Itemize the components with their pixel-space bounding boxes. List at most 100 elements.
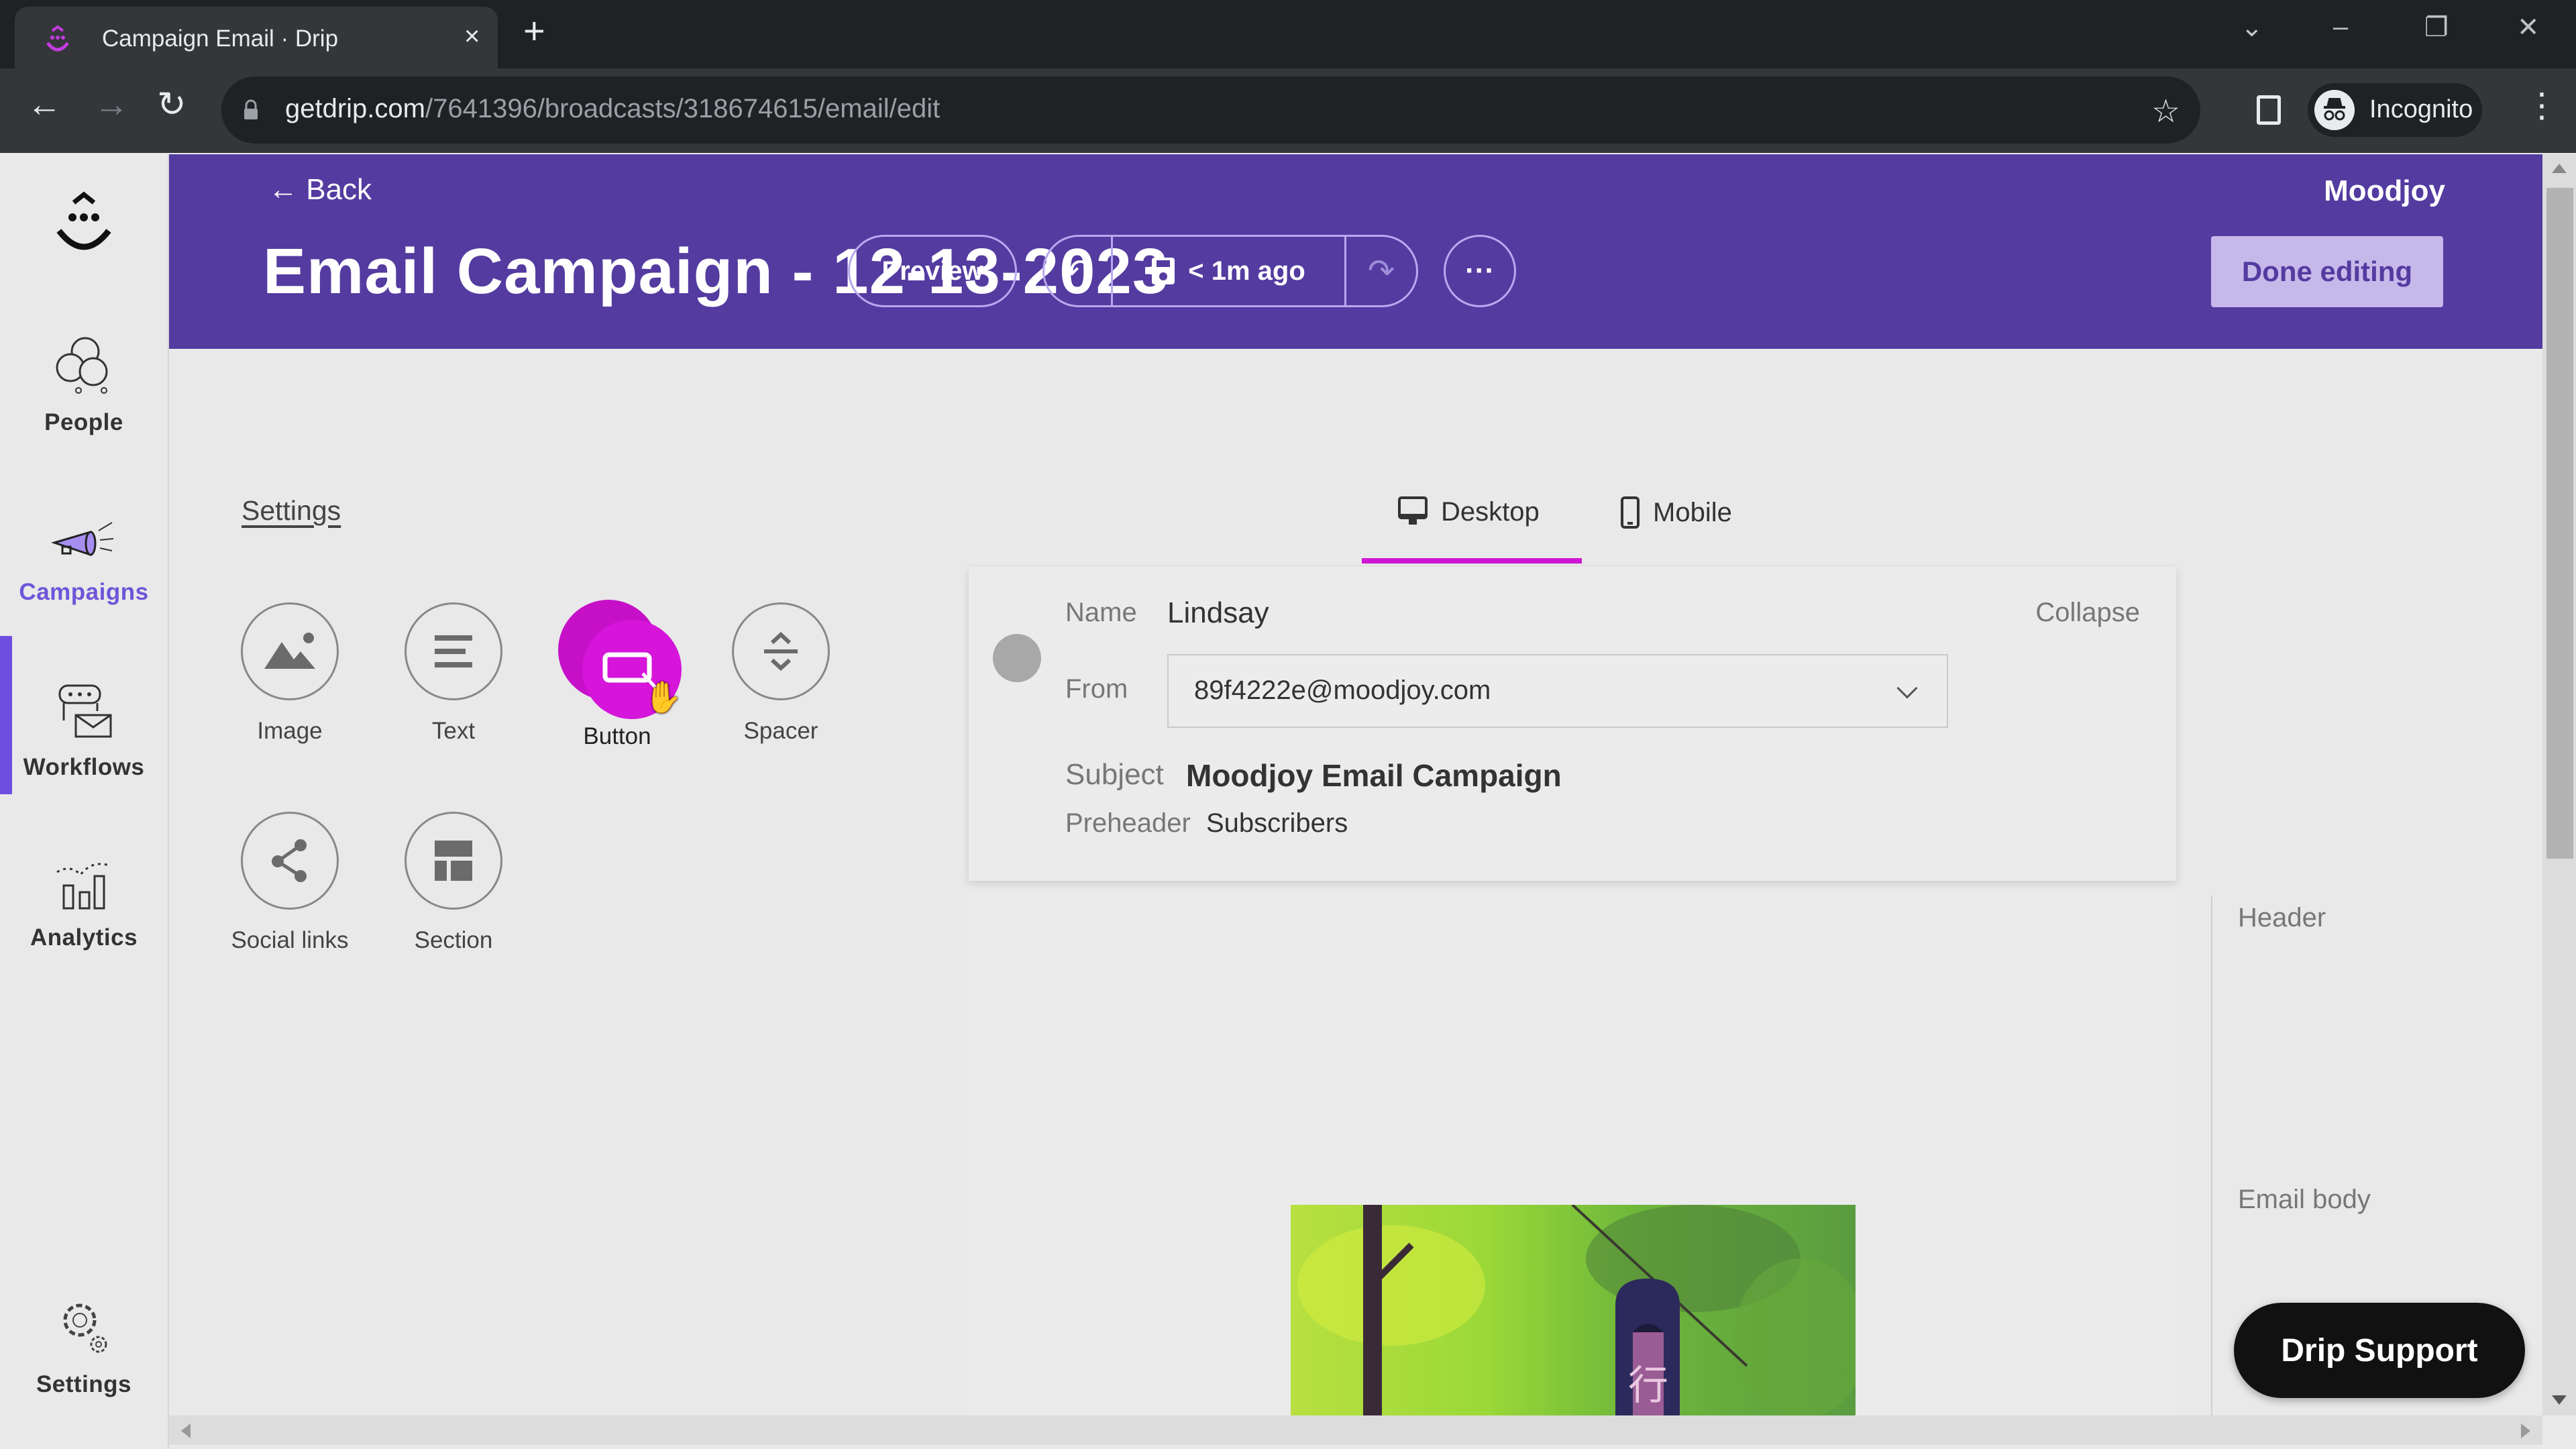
preheader-value[interactable]: Subscribers xyxy=(1206,808,1348,839)
preview-button[interactable]: Preview xyxy=(848,235,1017,307)
tab-close-icon[interactable]: × xyxy=(464,21,480,52)
hero-image[interactable]: 行 xyxy=(1291,1205,1856,1415)
vertical-scrollbar[interactable] xyxy=(2542,154,2576,1415)
more-options-button[interactable]: ··· xyxy=(1444,235,1516,307)
scroll-left-icon[interactable] xyxy=(181,1424,191,1438)
block-social-links[interactable]: Social links xyxy=(223,812,357,954)
history-controls: ↶ < 1m ago ↷ xyxy=(1042,235,1418,307)
sender-avatar xyxy=(993,634,1041,682)
mobile-icon xyxy=(1621,496,1640,529)
section-icon xyxy=(435,841,472,881)
name-value[interactable]: Lindsay xyxy=(1167,596,1269,630)
block-spacer[interactable]: Spacer xyxy=(714,602,848,745)
back-link[interactable]: ← Back xyxy=(268,173,372,207)
drip-support-button[interactable]: Drip Support xyxy=(2234,1303,2525,1398)
subject-label: Subject xyxy=(1065,758,1164,791)
grab-cursor-icon: ✋ xyxy=(644,680,683,714)
sidebar-label-people: People xyxy=(44,409,123,435)
preheader-label: Preheader xyxy=(1065,808,1191,838)
reload-icon[interactable]: ↻ xyxy=(157,87,186,122)
redo-button[interactable]: ↷ xyxy=(1346,237,1416,305)
block-button[interactable]: ✋ Button xyxy=(550,600,684,750)
gear-icon xyxy=(63,1303,107,1353)
outline-divider xyxy=(2211,896,2212,1415)
block-section[interactable]: Section xyxy=(386,812,521,954)
url-text[interactable]: getdrip.com/7641396/broadcasts/318674615… xyxy=(285,94,940,124)
sidebar-item-analytics[interactable]: Analytics xyxy=(0,852,168,951)
settings-link[interactable]: Settings xyxy=(241,495,341,527)
scroll-up-icon[interactable] xyxy=(2552,164,2567,173)
workflow-icon xyxy=(58,684,112,738)
tab-desktop[interactable]: Desktop xyxy=(1398,496,1540,527)
outline-item-email-body[interactable]: Email body xyxy=(2238,1185,2371,1215)
drip-logo-icon[interactable] xyxy=(54,189,114,263)
browser-menu-icon[interactable]: ⋮ xyxy=(2525,89,2559,122)
window-close-icon[interactable]: ✕ xyxy=(2517,12,2540,43)
subject-value[interactable]: Moodjoy Email Campaign xyxy=(1186,757,1562,794)
app-sidebar: People Campaigns Workflows Analytics Set… xyxy=(0,154,169,1449)
scroll-down-icon[interactable] xyxy=(2552,1395,2567,1405)
collapse-link[interactable]: Collapse xyxy=(2035,598,2140,628)
analytics-icon xyxy=(56,863,110,910)
arrow-left-icon: ← xyxy=(268,173,298,206)
address-bar[interactable]: getdrip.com/7641396/broadcasts/318674615… xyxy=(221,76,2200,144)
side-panel-icon[interactable] xyxy=(2257,95,2281,125)
campaign-header: ← Back Email Campaign - 12-13-2023 Moodj… xyxy=(169,154,2542,349)
browser-tab-bar: Campaign Email · Drip × + ⌄ – ❐ ✕ xyxy=(0,0,2576,68)
saved-time: < 1m ago xyxy=(1188,256,1305,286)
chevron-down-icon xyxy=(1896,678,1918,699)
block-label: Image xyxy=(257,718,323,744)
from-label: From xyxy=(1065,674,1128,704)
sidebar-item-settings[interactable]: Settings xyxy=(0,1295,168,1398)
block-label: Social links xyxy=(231,927,349,953)
back-nav-icon[interactable]: ← xyxy=(27,87,62,122)
tab-mobile[interactable]: Mobile xyxy=(1621,496,1732,529)
desktop-icon xyxy=(1398,496,1428,525)
save-status[interactable]: < 1m ago xyxy=(1113,237,1346,305)
megaphone-icon xyxy=(51,522,114,557)
browser-toolbar: ← → ↻ getdrip.com/7641396/broadcasts/318… xyxy=(0,68,2576,153)
restore-icon[interactable]: ❐ xyxy=(2424,12,2449,43)
new-tab-button[interactable]: + xyxy=(523,12,545,50)
active-tab-underline xyxy=(1362,558,1582,564)
lock-icon xyxy=(244,99,258,119)
text-icon xyxy=(435,635,472,667)
sidebar-label-settings: Settings xyxy=(36,1371,132,1397)
incognito-label: Incognito xyxy=(2369,95,2473,123)
undo-icon: ↶ xyxy=(1064,254,1091,289)
sidebar-label-campaigns: Campaigns xyxy=(19,579,149,605)
minimize-icon[interactable]: – xyxy=(2333,12,2348,42)
scroll-right-icon[interactable] xyxy=(2521,1424,2530,1438)
block-label: Spacer xyxy=(743,718,818,744)
from-value: 89f4222e@moodjoy.com xyxy=(1194,676,1491,705)
back-label: Back xyxy=(306,173,372,206)
sidebar-label-workflows: Workflows xyxy=(23,754,145,780)
browser-tab[interactable]: Campaign Email · Drip × xyxy=(15,7,498,68)
sidebar-item-people[interactable]: People xyxy=(0,335,168,436)
outline-item-header[interactable]: Header xyxy=(2238,903,2326,933)
sidebar-item-campaigns[interactable]: Campaigns xyxy=(0,513,168,606)
tab-search-icon[interactable]: ⌄ xyxy=(2241,12,2263,43)
incognito-badge[interactable]: Incognito xyxy=(2308,83,2482,137)
tab-title: Campaign Email · Drip xyxy=(102,25,339,52)
account-name[interactable]: Moodjoy xyxy=(2324,174,2445,208)
block-label: Section xyxy=(414,927,493,953)
redo-icon: ↷ xyxy=(1367,254,1395,289)
undo-button[interactable]: ↶ xyxy=(1044,237,1113,305)
block-text[interactable]: Text xyxy=(386,602,521,745)
horizontal-scrollbar[interactable] xyxy=(169,1415,2542,1445)
name-label: Name xyxy=(1065,598,1137,627)
from-select[interactable]: 89f4222e@moodjoy.com xyxy=(1167,654,1948,728)
incognito-icon xyxy=(2314,90,2355,130)
people-icon xyxy=(56,337,108,394)
done-editing-button[interactable]: Done editing xyxy=(2211,236,2443,307)
block-image[interactable]: Image xyxy=(223,602,357,745)
sidebar-item-workflows[interactable]: Workflows xyxy=(0,682,168,781)
vertical-scroll-thumb[interactable] xyxy=(2546,188,2573,859)
drip-favicon-icon xyxy=(46,25,69,52)
forward-nav-icon[interactable]: → xyxy=(94,87,129,122)
tab-label: Mobile xyxy=(1653,497,1732,527)
spacer-icon xyxy=(764,631,798,672)
page-title: Email Campaign - 12-13-2023 xyxy=(263,235,1169,307)
bookmark-star-icon[interactable]: ☆ xyxy=(2151,93,2180,130)
